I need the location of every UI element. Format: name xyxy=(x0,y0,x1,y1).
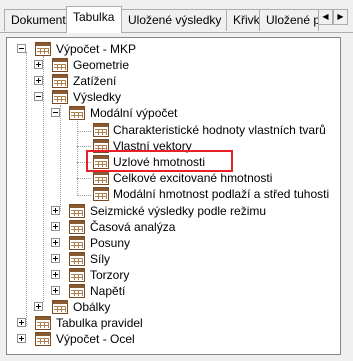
table-icon xyxy=(52,90,68,104)
tree-item-label: Charakteristické hodnoty vlastních tvarů xyxy=(113,123,326,137)
tree-item-celkove-excitovane-hmotnosti[interactable]: Celkové excitované hmotnosti xyxy=(7,170,307,187)
tree-item-label: Posuny xyxy=(90,236,131,250)
tab-ulozene-po[interactable]: Uložené po xyxy=(259,9,319,31)
expand-toggle[interactable] xyxy=(17,334,26,343)
expand-toggle[interactable] xyxy=(51,286,60,295)
expand-toggle[interactable] xyxy=(51,254,60,263)
tree-item-vlastni-vektory[interactable]: Vlastní vektory xyxy=(7,138,307,155)
tab-strip: Dokument Tabulka Uložené výsledky Křivky… xyxy=(0,0,353,33)
tab-label: Dokument xyxy=(11,13,66,27)
tab-scroll-right-button[interactable]: ▶ xyxy=(333,9,348,25)
tab-ulozene-vysledky[interactable]: Uložené výsledky xyxy=(121,9,227,31)
tree-item-label: Časová analýza xyxy=(90,220,176,234)
tree-item-label: Tabulka pravidel xyxy=(56,316,143,330)
tab-label: Uložené výsledky xyxy=(128,13,222,27)
expand-toggle[interactable] xyxy=(17,318,26,327)
tree-item-label: Seizmické výsledky podle režimu xyxy=(90,204,267,218)
tree-item-label: Zatížení xyxy=(73,74,117,88)
tree-item-label: Síly xyxy=(90,252,111,266)
table-icon xyxy=(52,300,68,314)
tree-item-napeti[interactable]: Napětí xyxy=(7,283,307,300)
tree-item-label: Napětí xyxy=(90,284,126,298)
table-icon xyxy=(93,155,109,169)
table-icon xyxy=(69,220,85,234)
tree-item-casova-analyza[interactable]: Časová analýza xyxy=(7,219,307,236)
tree-item-modalni-hmotnost-podlazi[interactable]: Modální hmotnost podlaží a střed tuhosti xyxy=(7,186,340,203)
tab-divider xyxy=(0,32,353,33)
tab-dokument[interactable]: Dokument xyxy=(4,9,67,31)
tree-item-sily[interactable]: Síly xyxy=(7,251,307,268)
tree-item-label: Uzlové hmotnosti xyxy=(113,155,206,169)
expand-toggle[interactable] xyxy=(51,238,60,247)
tree-item-posuny[interactable]: Posuny xyxy=(7,235,307,252)
expand-toggle[interactable] xyxy=(34,302,43,311)
tab-tabulka[interactable]: Tabulka xyxy=(66,6,122,33)
table-icon xyxy=(35,42,51,56)
tree-item-modalni-vypocet[interactable]: Modální výpočet xyxy=(7,105,307,122)
tab-krivky[interactable]: Křivky xyxy=(226,9,260,31)
tree-item-label: Výsledky xyxy=(73,90,122,104)
expand-toggle[interactable] xyxy=(34,76,43,85)
collapse-toggle[interactable] xyxy=(34,92,43,101)
tree-item-label: Modální hmotnost podlaží a střed tuhosti xyxy=(113,187,330,201)
expand-toggle[interactable] xyxy=(51,270,60,279)
table-icon xyxy=(93,171,109,185)
tree-item-obalky[interactable]: Obálky xyxy=(7,299,307,316)
tree-item-vypocet-mkp[interactable]: Výpočet - MKP xyxy=(7,41,307,58)
tab-label: Tabulka xyxy=(73,10,115,24)
table-icon xyxy=(93,187,109,201)
tree-item-label: Torzory xyxy=(90,268,130,282)
tab-label: Křivky xyxy=(233,13,260,27)
tree-item-label: Celkové excitované hmotnosti xyxy=(113,171,273,185)
table-icon xyxy=(69,284,85,298)
arrow-right-icon: ▶ xyxy=(337,12,344,21)
table-icon xyxy=(93,123,109,137)
collapse-toggle[interactable] xyxy=(17,44,26,53)
table-icon xyxy=(93,139,109,153)
arrow-left-icon: ◀ xyxy=(322,12,329,21)
table-icon xyxy=(35,332,51,346)
table-icon xyxy=(69,252,85,266)
tree-item-uzlove-hmotnosti[interactable]: Uzlové hmotnosti xyxy=(7,154,307,171)
table-icon xyxy=(52,74,68,88)
tree-item-vysledky[interactable]: Výsledky xyxy=(7,89,307,106)
tab-scroll-left-button[interactable]: ◀ xyxy=(318,9,333,25)
tree-item-label: Modální výpočet xyxy=(90,106,178,120)
tab-label: Uložené po xyxy=(266,13,318,27)
tree-item-zatizeni[interactable]: Zatížení xyxy=(7,73,307,90)
table-icon xyxy=(69,236,85,250)
tree-view[interactable]: Výpočet - MKP Geometrie Zatížení Výsledk… xyxy=(6,37,341,355)
tree-item-label: Vlastní vektory xyxy=(113,139,192,153)
table-icon xyxy=(69,204,85,218)
collapse-toggle[interactable] xyxy=(51,108,60,117)
tree-item-charakteristicke-hodnoty[interactable]: Charakteristické hodnoty vlastních tvarů xyxy=(7,122,340,139)
expand-toggle[interactable] xyxy=(34,60,43,69)
expand-toggle[interactable] xyxy=(51,206,60,215)
table-icon xyxy=(69,268,85,282)
expand-toggle[interactable] xyxy=(51,222,60,231)
tree-item-seizmicke-vysledky[interactable]: Seizmické výsledky podle režimu xyxy=(7,203,307,220)
tree-item-geometrie[interactable]: Geometrie xyxy=(7,57,307,74)
table-icon xyxy=(52,58,68,72)
tree-item-label: Výpočet - MKP xyxy=(56,42,137,56)
table-icon xyxy=(69,106,85,120)
tree-item-torzory[interactable]: Torzory xyxy=(7,267,307,284)
tree-item-label: Výpočet - Ocel xyxy=(56,332,135,346)
tree-item-vypocet-ocel[interactable]: Výpočet - Ocel xyxy=(7,331,307,348)
table-icon xyxy=(35,316,51,330)
tree-item-label: Geometrie xyxy=(73,58,130,72)
tree-item-label: Obálky xyxy=(73,300,111,314)
tree-item-tabulka-pravidel[interactable]: Tabulka pravidel xyxy=(7,315,307,332)
